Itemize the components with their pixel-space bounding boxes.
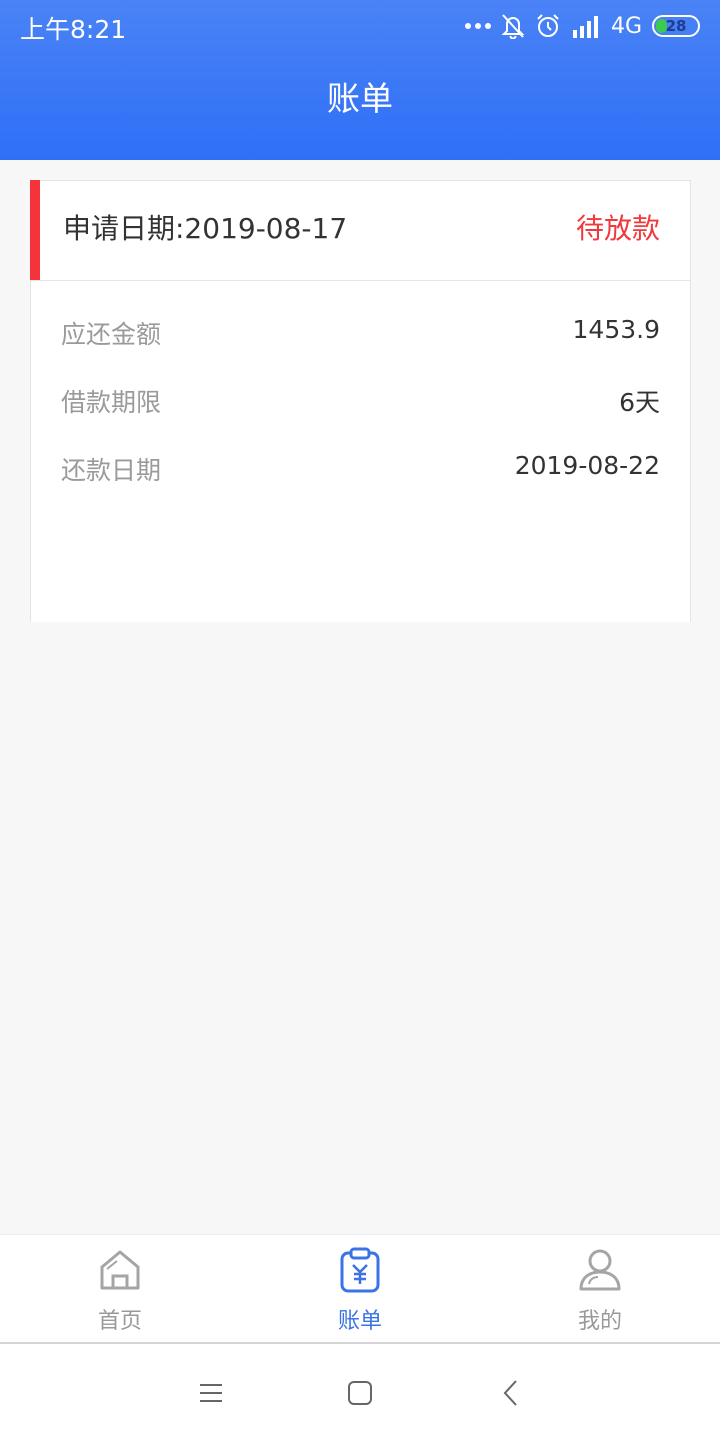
status-accent-bar (30, 180, 40, 280)
header-bar: 上午8:21 4G 28 账单 (0, 0, 720, 160)
tab-home[interactable]: 首页 (0, 1235, 240, 1343)
status-badge: 待放款 (575, 212, 660, 245)
detail-row-due-date: 还款日期 2019-08-22 (61, 451, 660, 491)
page-title: 账单 (327, 79, 393, 118)
detail-label: 借款期限 (61, 388, 162, 417)
menu-icon[interactable] (196, 1378, 226, 1408)
bill-icon (340, 1247, 380, 1293)
tab-profile[interactable]: 我的 (480, 1235, 720, 1343)
alarm-icon (537, 14, 559, 37)
battery-level-text: 28 (665, 17, 687, 35)
profile-icon (579, 1249, 621, 1291)
back-icon[interactable] (496, 1378, 526, 1408)
detail-label: 还款日期 (61, 456, 162, 485)
tab-label: 账单 (337, 1309, 382, 1334)
tab-label: 首页 (97, 1309, 142, 1334)
system-nav-bar (0, 1342, 720, 1440)
home-icon (100, 1250, 140, 1290)
detail-value: 6天 (619, 388, 660, 417)
detail-row-amount: 应还金额 1453.9 (61, 315, 660, 355)
detail-value: 2019-08-22 (514, 451, 660, 480)
status-bar: 上午8:21 4G 28 (0, 0, 720, 52)
bell-off-icon (501, 14, 525, 39)
tab-label: 我的 (577, 1309, 622, 1334)
network-type: 4G (610, 13, 642, 39)
status-icons: 4G 28 (464, 10, 700, 42)
tab-bill[interactable]: 账单 (240, 1235, 480, 1343)
detail-row-term: 借款期限 6天 (61, 383, 660, 423)
detail-label: 应还金额 (61, 320, 162, 349)
bill-card[interactable]: 申请日期:2019-08-17 待放款 应还金额 1453.9 借款期限 6天 … (30, 180, 691, 622)
apply-date: 申请日期:2019-08-17 (63, 212, 348, 245)
tab-bar: 首页 账单 我的 (0, 1234, 720, 1342)
battery-icon: 28 (652, 15, 700, 37)
signal-icon (572, 16, 598, 38)
detail-value: 1453.9 (572, 315, 660, 344)
bill-card-header: 申请日期:2019-08-17 待放款 (31, 181, 690, 281)
status-time: 上午8:21 (20, 15, 127, 44)
home-square-icon[interactable] (345, 1378, 375, 1408)
more-dots-icon (464, 23, 491, 29)
